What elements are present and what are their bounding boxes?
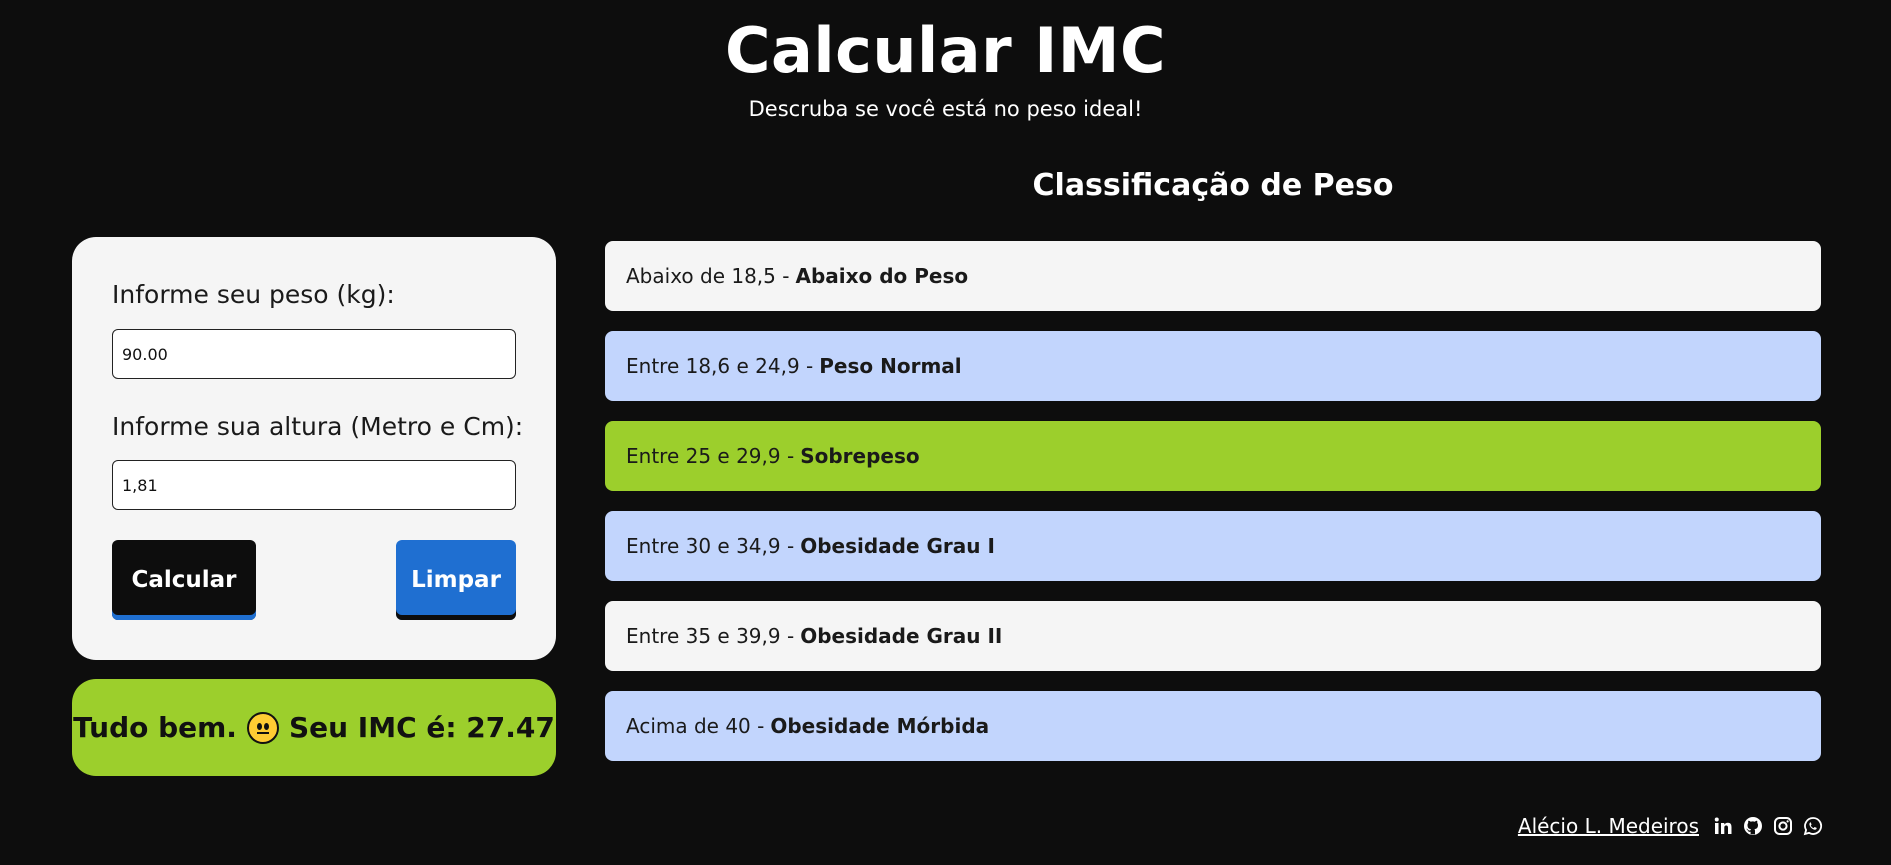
github-icon[interactable]	[1743, 816, 1763, 836]
whatsapp-icon[interactable]	[1803, 816, 1823, 836]
classification-row: Entre 25 e 29,9 - Sobrepeso	[605, 421, 1821, 491]
page: Calcular IMC Descruba se você está no pe…	[0, 0, 1891, 865]
classification-range: Entre 35 e 39,9 -	[626, 624, 795, 648]
neutral-face-icon	[246, 711, 279, 744]
classification-range: Acima de 40 -	[626, 714, 765, 738]
instagram-icon[interactable]	[1773, 816, 1793, 836]
classification-heading: Classificação de Peso	[1032, 168, 1394, 203]
page-title: Calcular IMC	[725, 14, 1166, 87]
linkedin-icon[interactable]	[1713, 816, 1733, 836]
classification-row: Entre 18,6 e 24,9 - Peso Normal	[605, 331, 1821, 401]
author-link[interactable]: Alécio L. Medeiros	[1518, 814, 1699, 838]
bmi-form-card: Informe seu peso (kg): Informe sua altur…	[72, 237, 556, 660]
height-input[interactable]	[112, 460, 516, 510]
classification-row: Acima de 40 - Obesidade Mórbida	[605, 691, 1821, 761]
result-card: Tudo bem. Seu IMC é: 27.47	[72, 679, 556, 776]
classification-range: Entre 25 e 29,9 -	[626, 444, 795, 468]
classification-row: Abaixo de 18,5 - Abaixo do Peso	[605, 241, 1821, 311]
classification-name: Peso Normal	[819, 354, 962, 378]
footer: Alécio L. Medeiros	[1518, 812, 1823, 840]
classification-name: Sobrepeso	[800, 444, 920, 468]
classification-name: Obesidade Grau II	[800, 624, 1003, 648]
classification-range: Entre 30 e 34,9 -	[626, 534, 795, 558]
classification-name: Abaixo do Peso	[795, 264, 969, 288]
classification-range: Abaixo de 18,5 -	[626, 264, 790, 288]
classification-row: Entre 35 e 39,9 - Obesidade Grau II	[605, 601, 1821, 671]
result-text: Seu IMC é: 27.47	[288, 711, 555, 744]
height-label: Informe sua altura (Metro e Cm):	[112, 412, 524, 441]
calculate-button[interactable]: Calcular	[112, 540, 256, 620]
weight-label: Informe seu peso (kg):	[112, 280, 395, 309]
page-subtitle: Descruba se você está no peso ideal!	[748, 97, 1143, 121]
classification-row: Entre 30 e 34,9 - Obesidade Grau I	[605, 511, 1821, 581]
classification-range: Entre 18,6 e 24,9 -	[626, 354, 814, 378]
classification-name: Obesidade Grau I	[800, 534, 995, 558]
clear-button[interactable]: Limpar	[396, 540, 516, 620]
weight-input[interactable]	[112, 329, 516, 379]
result-prefix: Tudo bem.	[73, 711, 237, 744]
classification-name: Obesidade Mórbida	[770, 714, 990, 738]
